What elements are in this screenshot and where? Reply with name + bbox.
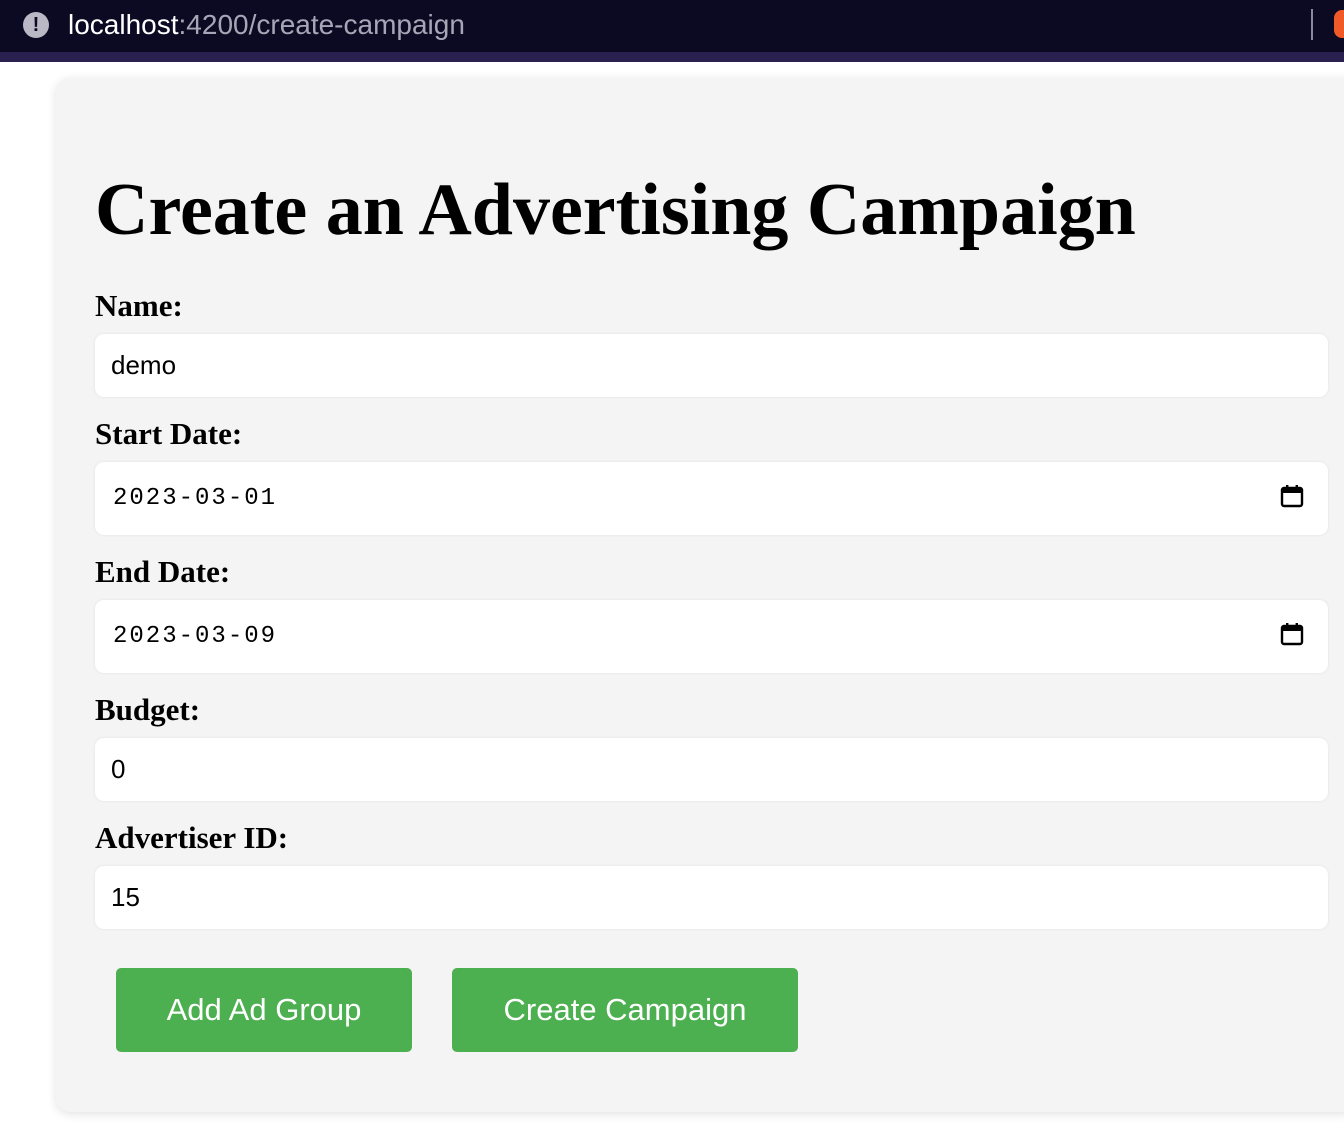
page-title: Create an Advertising Campaign [95,169,1136,251]
name-label: Name: [95,288,183,323]
brave-shield-icon[interactable] [1334,10,1344,38]
start-date-label: Start Date: [95,416,243,451]
calendar-icon[interactable] [1280,484,1304,508]
url-path: :4200/create-campaign [178,9,465,40]
name-input-value: demo [111,350,177,380]
advertiser-id-input-value: 15 [111,882,140,912]
add-ad-group-button[interactable]: Add Ad Group [116,968,412,1052]
budget-input[interactable]: 0 [95,738,1328,801]
campaign-form-card: Create an Advertising Campaign Name: dem… [56,78,1344,1112]
end-date-value: 2023-03-09 [113,623,278,650]
browser-address-bar: ! localhost:4200/create-campaign [0,0,1344,62]
start-date-value: 2023-03-01 [113,485,278,512]
url-host: localhost [68,9,179,40]
advertiser-id-label: Advertiser ID: [95,820,289,855]
budget-label: Budget: [95,692,201,727]
create-campaign-button[interactable]: Create Campaign [452,968,798,1052]
toolbar-divider [1311,9,1313,40]
url-field[interactable]: localhost:4200/create-campaign [68,8,465,42]
site-info-icon[interactable]: ! [23,12,49,38]
calendar-icon[interactable] [1280,622,1304,646]
budget-input-value: 0 [111,754,126,784]
start-date-input[interactable]: 2023-03-01 [95,462,1328,535]
end-date-input[interactable]: 2023-03-09 [95,600,1328,673]
name-input[interactable]: demo [95,334,1328,397]
end-date-label: End Date: [95,554,231,589]
advertiser-id-input[interactable]: 15 [95,866,1328,929]
